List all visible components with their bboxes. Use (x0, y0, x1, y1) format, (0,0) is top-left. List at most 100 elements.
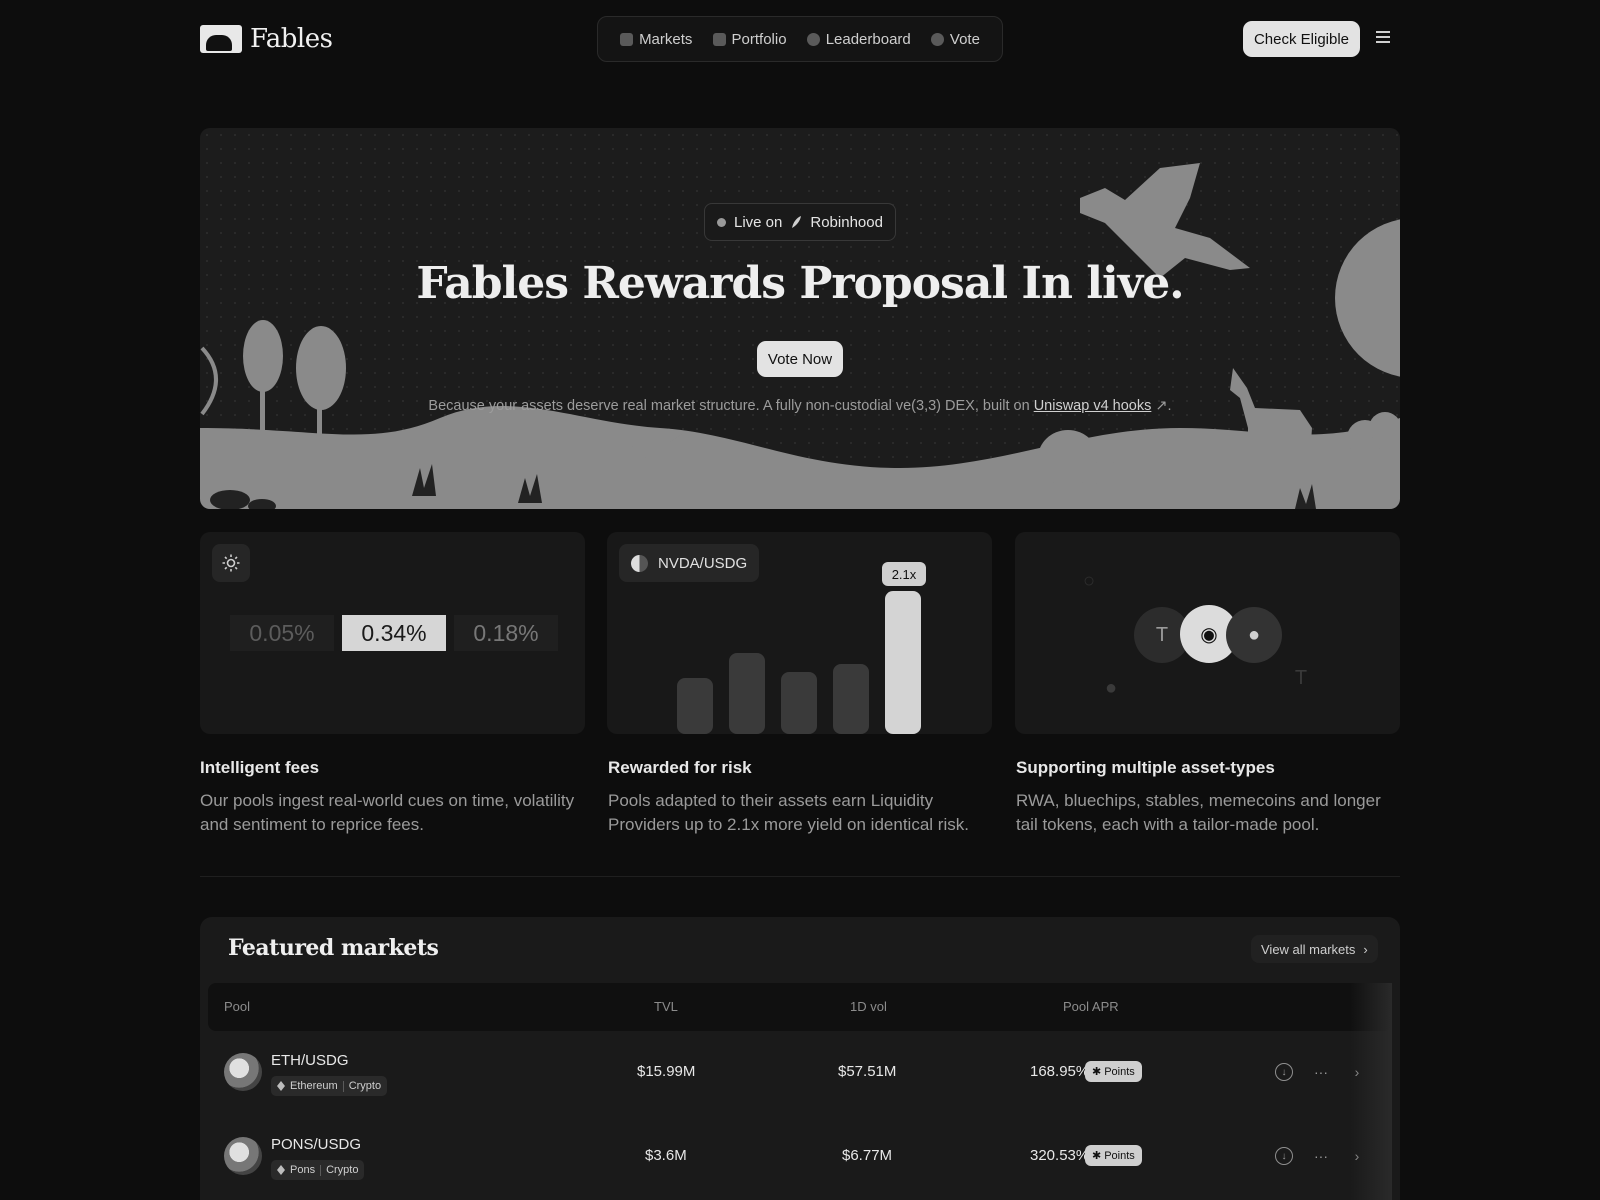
nav-item-portfolio[interactable]: Portfolio (712, 30, 787, 48)
chevron-right-icon: › (1363, 941, 1368, 957)
yield-bar (729, 653, 765, 734)
multiplier-badge: 2.1x (882, 562, 926, 586)
cube-icon (620, 32, 634, 46)
nav-label: Leaderboard (825, 30, 911, 48)
nav-label: Portfolio (731, 30, 787, 48)
deposit-icon[interactable]: ↓ (1275, 1063, 1293, 1081)
nav-label: Vote (949, 30, 980, 48)
apple-icon: ● (1226, 607, 1282, 663)
tvl-value: $15.99M (637, 1063, 696, 1080)
coin-faded-icon: ○ (1082, 569, 1096, 592)
logo[interactable]: Fables (200, 24, 333, 54)
hero-subtitle-text: Because your assets deserve real market … (428, 398, 1034, 414)
points-badge: ✱ Points (1085, 1145, 1142, 1166)
more-options-icon[interactable]: ··· (1312, 1063, 1330, 1081)
hero-subtitle: Because your assets deserve real market … (200, 398, 1400, 414)
hero-title: Fables Rewards Proposal In live. (416, 258, 1184, 309)
feature-desc: Our pools ingest real-world cues on time… (200, 791, 575, 834)
feature-title: Rewarded for risk (608, 758, 752, 777)
status-dot-icon (717, 217, 726, 227)
view-all-label: View all markets (1261, 941, 1356, 957)
nvda-coin-icon (631, 554, 648, 572)
points-label: Points (1104, 1149, 1135, 1162)
asterisk-icon: ✱ (1092, 1150, 1102, 1162)
robinhood-label: Robinhood (810, 213, 883, 231)
fee-option: 0.18% (454, 615, 558, 651)
asterisk-icon: ✱ (1092, 1066, 1102, 1078)
hero-banner: Live on Robinhood Fables Rewards Proposa… (200, 128, 1400, 509)
markets-title: Featured markets (228, 935, 439, 961)
medal-icon (806, 32, 820, 46)
vote-now-button[interactable]: Vote Now (757, 341, 843, 377)
fee-option: 0.05% (230, 615, 334, 651)
view-all-markets-button[interactable]: View all markets › (1251, 935, 1378, 963)
hero-illustration (200, 163, 1400, 509)
tvl-value: $3.6M (645, 1147, 687, 1164)
fees-card: 0.05% 0.34% 0.18% (200, 532, 585, 734)
category-tag: Crypto (326, 1164, 359, 1176)
sun-icon (212, 544, 250, 582)
section-divider (200, 876, 1400, 877)
pool-tags: Pons Crypto (271, 1160, 365, 1180)
col-tvl[interactable]: TVL (654, 999, 678, 1014)
eth-pool-logo-icon (224, 1053, 262, 1091)
ethereum-icon (277, 1081, 285, 1091)
fee-option-active: 0.34% (342, 615, 446, 651)
nav-item-markets[interactable]: Markets (620, 31, 692, 48)
category-tag: Crypto (348, 1080, 382, 1092)
deposit-icon[interactable]: ↓ (1275, 1147, 1293, 1165)
apple-faded-icon: ● (1104, 676, 1118, 699)
scroll-fade (1350, 983, 1392, 1200)
chain-tag: Ethereum (290, 1080, 338, 1092)
col-1d-vol[interactable]: 1D vol (850, 999, 887, 1014)
pool-name: ETH/USDG (271, 1052, 349, 1069)
nav-item-leaderboard[interactable]: Leaderboard (806, 30, 911, 48)
feather-icon (792, 216, 802, 228)
apr-value: 168.95% (1030, 1063, 1090, 1080)
check-eligible-button[interactable]: Check Eligible (1243, 21, 1360, 57)
more-options-icon[interactable]: ··· (1312, 1147, 1330, 1165)
feature-desc: RWA, bluechips, stables, memecoins and l… (1016, 791, 1381, 834)
uniswap-hooks-link[interactable]: Uniswap v4 hooks (1034, 398, 1152, 414)
fables-logo-icon (200, 25, 242, 53)
external-link-icon: ↗ (1151, 398, 1168, 414)
brand-name: Fables (250, 24, 333, 54)
asset-types-card: T ◉ ● ● T ○ (1015, 532, 1400, 734)
gauge-icon (930, 32, 944, 46)
yield-bar-highlight (885, 591, 921, 734)
vol-value: $57.51M (838, 1063, 897, 1080)
table-header: Pool TVL 1D vol Pool APR (208, 983, 1392, 1031)
yield-card: NVDA/USDG 2.1x (607, 532, 992, 734)
hero-subtitle-end: . (1167, 398, 1172, 414)
col-pool[interactable]: Pool (224, 999, 250, 1014)
top-nav: Fables Markets Portfolio Leaderboard Vot… (0, 0, 1600, 80)
pool-tags: Ethereum Crypto (271, 1076, 388, 1096)
pair-chip: NVDA/USDG (619, 544, 760, 582)
feature-title: Intelligent fees (200, 758, 320, 777)
nav-item-vote[interactable]: Vote (930, 30, 980, 48)
featured-markets: Featured markets View all markets › Pool… (200, 917, 1400, 1200)
points-label: Points (1104, 1065, 1135, 1078)
apr-value: 320.53% (1030, 1147, 1090, 1164)
yield-bar (781, 672, 817, 734)
main-nav: Markets Portfolio Leaderboard Vote (597, 16, 1003, 62)
feature-desc: Pools adapted to their assets earn Liqui… (608, 791, 969, 834)
yield-bar (677, 678, 713, 734)
pons-pool-logo-icon (224, 1137, 262, 1175)
table-row[interactable]: PONS/USDG Pons Crypto $3.6M $6.77M 320.5… (208, 1117, 1392, 1200)
chain-tag: Pons (290, 1164, 316, 1176)
pons-icon (277, 1165, 285, 1175)
live-label: Live on (734, 213, 783, 231)
fee-selector: 0.05% 0.34% 0.18% (230, 615, 558, 651)
col-pool-apr[interactable]: Pool APR (1063, 999, 1119, 1014)
yield-bar (833, 664, 869, 734)
wallet-icon (712, 32, 726, 46)
table-row[interactable]: ETH/USDG Ethereum Crypto $15.99M $57.51M… (208, 1033, 1392, 1117)
points-badge: ✱ Points (1085, 1061, 1142, 1082)
feature-title: Supporting multiple asset-types (1016, 758, 1275, 777)
hamburger-menu-icon[interactable] (1376, 31, 1390, 43)
live-badge: Live on Robinhood (704, 203, 896, 241)
tag-separator (320, 1164, 322, 1176)
pair-label: NVDA/USDG (658, 554, 748, 572)
tesla-faded-icon: T (1294, 666, 1308, 689)
